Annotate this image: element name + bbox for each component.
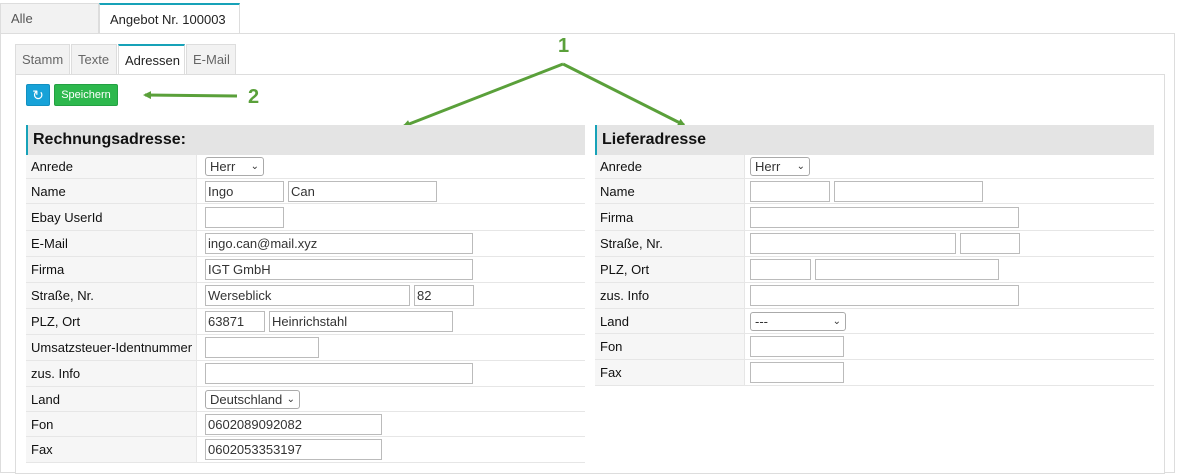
chevron-down-icon: ⌄ xyxy=(796,161,805,172)
shipping-row-firma: Firma xyxy=(595,204,1154,231)
billing-land-value: Deutschland xyxy=(210,392,283,407)
shipping-row-fax: Fax xyxy=(595,360,1154,386)
billing-label-ebay: Ebay UserId xyxy=(26,204,197,230)
billing-row-plz: PLZ, Ort 63871 Heinrichstahl xyxy=(26,309,585,335)
shipping-row-name: Name xyxy=(595,179,1154,204)
shipping-number-input[interactable] xyxy=(960,233,1020,254)
shipping-info-input[interactable] xyxy=(750,285,1019,306)
shipping-land-select[interactable]: --- ⌄ xyxy=(750,312,846,331)
shipping-anrede-value: Herr xyxy=(755,159,781,174)
billing-fax-input[interactable]: 0602053353197 xyxy=(205,439,382,460)
shipping-anrede-select[interactable]: Herr ⌄ xyxy=(750,157,810,176)
billing-row-firma: Firma IGT GmbH xyxy=(26,257,585,283)
billing-label-land: Land xyxy=(26,387,197,411)
shipping-row-fon: Fon xyxy=(595,334,1154,360)
shipping-label-name: Name xyxy=(595,179,745,203)
arrow-to-billing xyxy=(402,62,564,128)
arrow-to-save xyxy=(143,91,238,100)
shipping-label-info: zus. Info xyxy=(595,283,745,308)
billing-land-select[interactable]: Deutschland ⌄ xyxy=(205,390,300,409)
chevron-down-icon: ⌄ xyxy=(286,394,295,405)
billing-label-ust: Umsatzsteuer-Identnummer xyxy=(26,335,197,360)
shipping-label-strasse: Straße, Nr. xyxy=(595,231,745,256)
billing-row-anrede: Anrede Herr ⌄ xyxy=(26,155,585,179)
billing-row-fon: Fon 0602089092082 xyxy=(26,412,585,437)
shipping-label-fax: Fax xyxy=(595,360,745,385)
arrow-to-shipping xyxy=(562,62,686,127)
shipping-row-plz: PLZ, Ort xyxy=(595,257,1154,283)
shipping-lastname-input[interactable] xyxy=(834,181,983,202)
shipping-zip-input[interactable] xyxy=(750,259,811,280)
annotation-1: 1 xyxy=(558,35,570,57)
billing-row-info: zus. Info xyxy=(26,361,585,387)
billing-label-fon: Fon xyxy=(26,412,197,436)
billing-anrede-value: Herr xyxy=(210,159,236,174)
billing-label-plz: PLZ, Ort xyxy=(26,309,197,334)
billing-row-name: Name Ingo Can xyxy=(26,179,585,204)
billing-address-section: Rechnungsadresse: Anrede Herr ⌄ Name Ing… xyxy=(26,125,585,463)
shipping-city-input[interactable] xyxy=(815,259,999,280)
billing-firma-input[interactable]: IGT GmbH xyxy=(205,259,473,280)
billing-row-land: Land Deutschland ⌄ xyxy=(26,387,585,412)
billing-label-firma: Firma xyxy=(26,257,197,282)
shipping-title: Lieferadresse xyxy=(595,125,1154,155)
billing-title: Rechnungsadresse: xyxy=(26,125,585,155)
billing-fon-input[interactable]: 0602089092082 xyxy=(205,414,382,435)
billing-label-email: E-Mail xyxy=(26,231,197,256)
shipping-label-fon: Fon xyxy=(595,334,745,359)
billing-row-ebay: Ebay UserId xyxy=(26,204,585,231)
billing-number-input[interactable]: 82 xyxy=(414,285,474,306)
billing-row-ust: Umsatzsteuer-Identnummer xyxy=(26,335,585,361)
shipping-row-strasse: Straße, Nr. xyxy=(595,231,1154,257)
billing-ebay-input[interactable] xyxy=(205,207,284,228)
annotation-2: 2 xyxy=(248,86,260,108)
billing-label-anrede: Anrede xyxy=(26,155,197,178)
billing-anrede-select[interactable]: Herr ⌄ xyxy=(205,157,264,176)
shipping-land-value: --- xyxy=(755,314,768,329)
billing-row-fax: Fax 0602053353197 xyxy=(26,437,585,463)
shipping-row-info: zus. Info xyxy=(595,283,1154,309)
billing-row-strasse: Straße, Nr. Werseblick 82 xyxy=(26,283,585,309)
shipping-fax-input[interactable] xyxy=(750,362,844,383)
billing-email-input[interactable]: ingo.can@mail.xyz xyxy=(205,233,473,254)
shipping-row-anrede: Anrede Herr ⌄ xyxy=(595,155,1154,179)
billing-info-input[interactable] xyxy=(205,363,473,384)
chevron-down-icon: ⌄ xyxy=(250,161,259,172)
billing-label-name: Name xyxy=(26,179,197,203)
billing-street-input[interactable]: Werseblick xyxy=(205,285,410,306)
chevron-down-icon: ⌄ xyxy=(832,316,841,327)
shipping-label-anrede: Anrede xyxy=(595,155,745,178)
shipping-row-land: Land --- ⌄ xyxy=(595,309,1154,334)
shipping-firma-input[interactable] xyxy=(750,207,1019,228)
billing-firstname-input[interactable]: Ingo xyxy=(205,181,284,202)
shipping-label-firma: Firma xyxy=(595,204,745,230)
shipping-address-section: Lieferadresse Anrede Herr ⌄ Name Firma S… xyxy=(595,125,1154,386)
shipping-street-input[interactable] xyxy=(750,233,956,254)
billing-ust-input[interactable] xyxy=(205,337,319,358)
shipping-label-plz: PLZ, Ort xyxy=(595,257,745,282)
billing-city-input[interactable]: Heinrichstahl xyxy=(269,311,453,332)
billing-row-email: E-Mail ingo.can@mail.xyz xyxy=(26,231,585,257)
billing-label-strasse: Straße, Nr. xyxy=(26,283,197,308)
shipping-label-land: Land xyxy=(595,309,745,333)
billing-zip-input[interactable]: 63871 xyxy=(205,311,265,332)
shipping-firstname-input[interactable] xyxy=(750,181,830,202)
billing-label-info: zus. Info xyxy=(26,361,197,386)
billing-lastname-input[interactable]: Can xyxy=(288,181,437,202)
billing-label-fax: Fax xyxy=(26,437,197,462)
shipping-fon-input[interactable] xyxy=(750,336,844,357)
